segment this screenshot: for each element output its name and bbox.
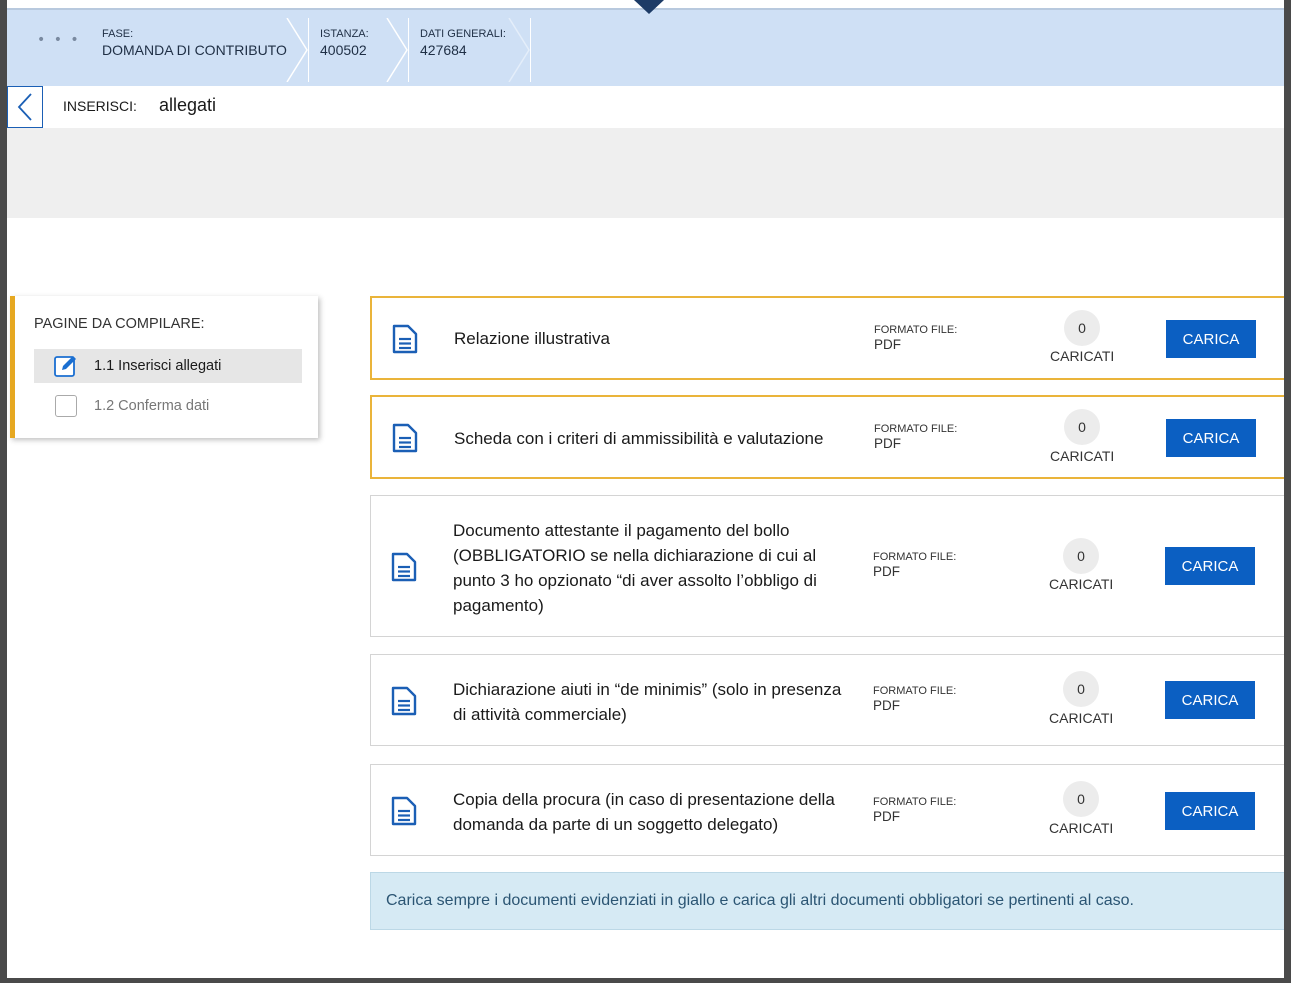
upload-count: 0: [1063, 538, 1099, 574]
pages-panel: PAGINE DA COMPILARE: 1.1 Inserisci alleg…: [10, 296, 318, 438]
upload-count: 0: [1064, 409, 1100, 445]
file-format-value: PDF: [874, 436, 901, 451]
file-format-value: PDF: [873, 809, 900, 824]
upload-count: 0: [1063, 671, 1099, 707]
breadcrumb-value: 427684: [420, 42, 467, 58]
chevron-left-icon: [17, 93, 32, 121]
document-icon: [391, 686, 417, 716]
file-format: FORMATO FILE: PDF: [874, 324, 957, 353]
file-format-label: FORMATO FILE:: [873, 796, 957, 808]
upload-count-label: CARICATI: [1050, 448, 1115, 464]
breadcrumb-separator-icon: [285, 18, 309, 82]
document-card: Copia della procura (in caso di presenta…: [370, 764, 1284, 856]
upload-button[interactable]: CARICA: [1165, 681, 1255, 719]
file-format-label: FORMATO FILE:: [874, 324, 958, 336]
insert-label: INSERISCI:: [63, 98, 137, 114]
upload-count-label: CARICATI: [1049, 710, 1114, 726]
file-format: FORMATO FILE: PDF: [874, 423, 957, 452]
toolbar: INSERISCI: allegati: [7, 86, 1284, 128]
upload-button[interactable]: CARICA: [1166, 419, 1256, 457]
document-title: Relazione illustrativa: [454, 329, 610, 348]
document-title: Dichiarazione aiuti in “de minimis” (sol…: [453, 680, 842, 724]
document-icon: [392, 324, 418, 354]
document-icon: [391, 796, 417, 826]
document-card: Documento attestante il pagamento del bo…: [370, 495, 1284, 637]
upload-button[interactable]: CARICA: [1165, 792, 1255, 830]
file-format-value: PDF: [873, 564, 900, 579]
insert-value: allegati: [159, 95, 217, 115]
breadcrumb-value: 400502: [320, 42, 367, 58]
file-format: FORMATO FILE: PDF: [873, 551, 956, 580]
edit-icon: [54, 354, 78, 378]
document-title: Scheda con i criteri di ammissibilità e …: [454, 429, 824, 448]
upload-button[interactable]: CARICA: [1165, 547, 1255, 585]
document-card: Scheda con i criteri di ammissibilità e …: [370, 395, 1284, 479]
breadcrumb-label: ISTANZA:: [320, 28, 369, 40]
upload-count: 0: [1064, 310, 1100, 346]
more-dots-icon[interactable]: • • •: [37, 32, 81, 48]
grey-band: [7, 128, 1284, 218]
file-format-value: PDF: [874, 337, 901, 352]
document-icon: [391, 552, 417, 582]
file-format-label: FORMATO FILE:: [874, 423, 958, 435]
file-format: FORMATO FILE: PDF: [873, 685, 956, 714]
document-card: Dichiarazione aiuti in “de minimis” (sol…: [370, 654, 1284, 746]
document-title: Documento attestante il pagamento del bo…: [453, 521, 817, 615]
page-item-conferma-dati[interactable]: 1.2 Conferma dati: [34, 389, 302, 423]
breadcrumb-istanza[interactable]: ISTANZA: 400502: [320, 28, 369, 59]
upload-button[interactable]: CARICA: [1166, 320, 1256, 358]
document-icon: [392, 423, 418, 453]
breadcrumb-bar: • • • FASE: DOMANDA DI CONTRIBUTO ISTANZ…: [7, 8, 1284, 86]
upload-count-label: CARICATI: [1050, 348, 1115, 364]
info-notice: Carica sempre i documenti evidenziati in…: [370, 872, 1284, 930]
breadcrumb-separator-icon: [385, 18, 409, 82]
file-format: FORMATO FILE: PDF: [873, 796, 956, 825]
breadcrumb-dati-generali[interactable]: DATI GENERALI: 427684: [420, 28, 506, 59]
back-button[interactable]: [7, 86, 43, 128]
document-title: Copia della procura (in caso di presenta…: [453, 790, 835, 834]
upload-count: 0: [1063, 781, 1099, 817]
document-card: Relazione illustrativa FORMATO FILE: PDF…: [370, 296, 1284, 380]
upload-count-label: CARICATI: [1049, 576, 1114, 592]
breadcrumb-label: DATI GENERALI:: [420, 28, 506, 40]
checkbox-icon: [54, 394, 78, 418]
page-item-label: 1.1 Inserisci allegati: [94, 358, 222, 374]
page-item-inserisci-allegati[interactable]: 1.1 Inserisci allegati: [34, 349, 302, 383]
breadcrumb-separator-icon: [507, 18, 531, 82]
breadcrumb-value: DOMANDA DI CONTRIBUTO: [102, 42, 287, 58]
file-format-value: PDF: [873, 698, 900, 713]
upload-count-label: CARICATI: [1049, 820, 1114, 836]
pages-panel-title: PAGINE DA COMPILARE:: [34, 316, 205, 332]
breadcrumb-label: FASE:: [102, 28, 134, 40]
breadcrumb-fase[interactable]: FASE: DOMANDA DI CONTRIBUTO: [102, 28, 287, 59]
file-format-label: FORMATO FILE:: [873, 551, 957, 563]
file-format-label: FORMATO FILE:: [873, 685, 957, 697]
page-item-label: 1.2 Conferma dati: [94, 398, 210, 414]
